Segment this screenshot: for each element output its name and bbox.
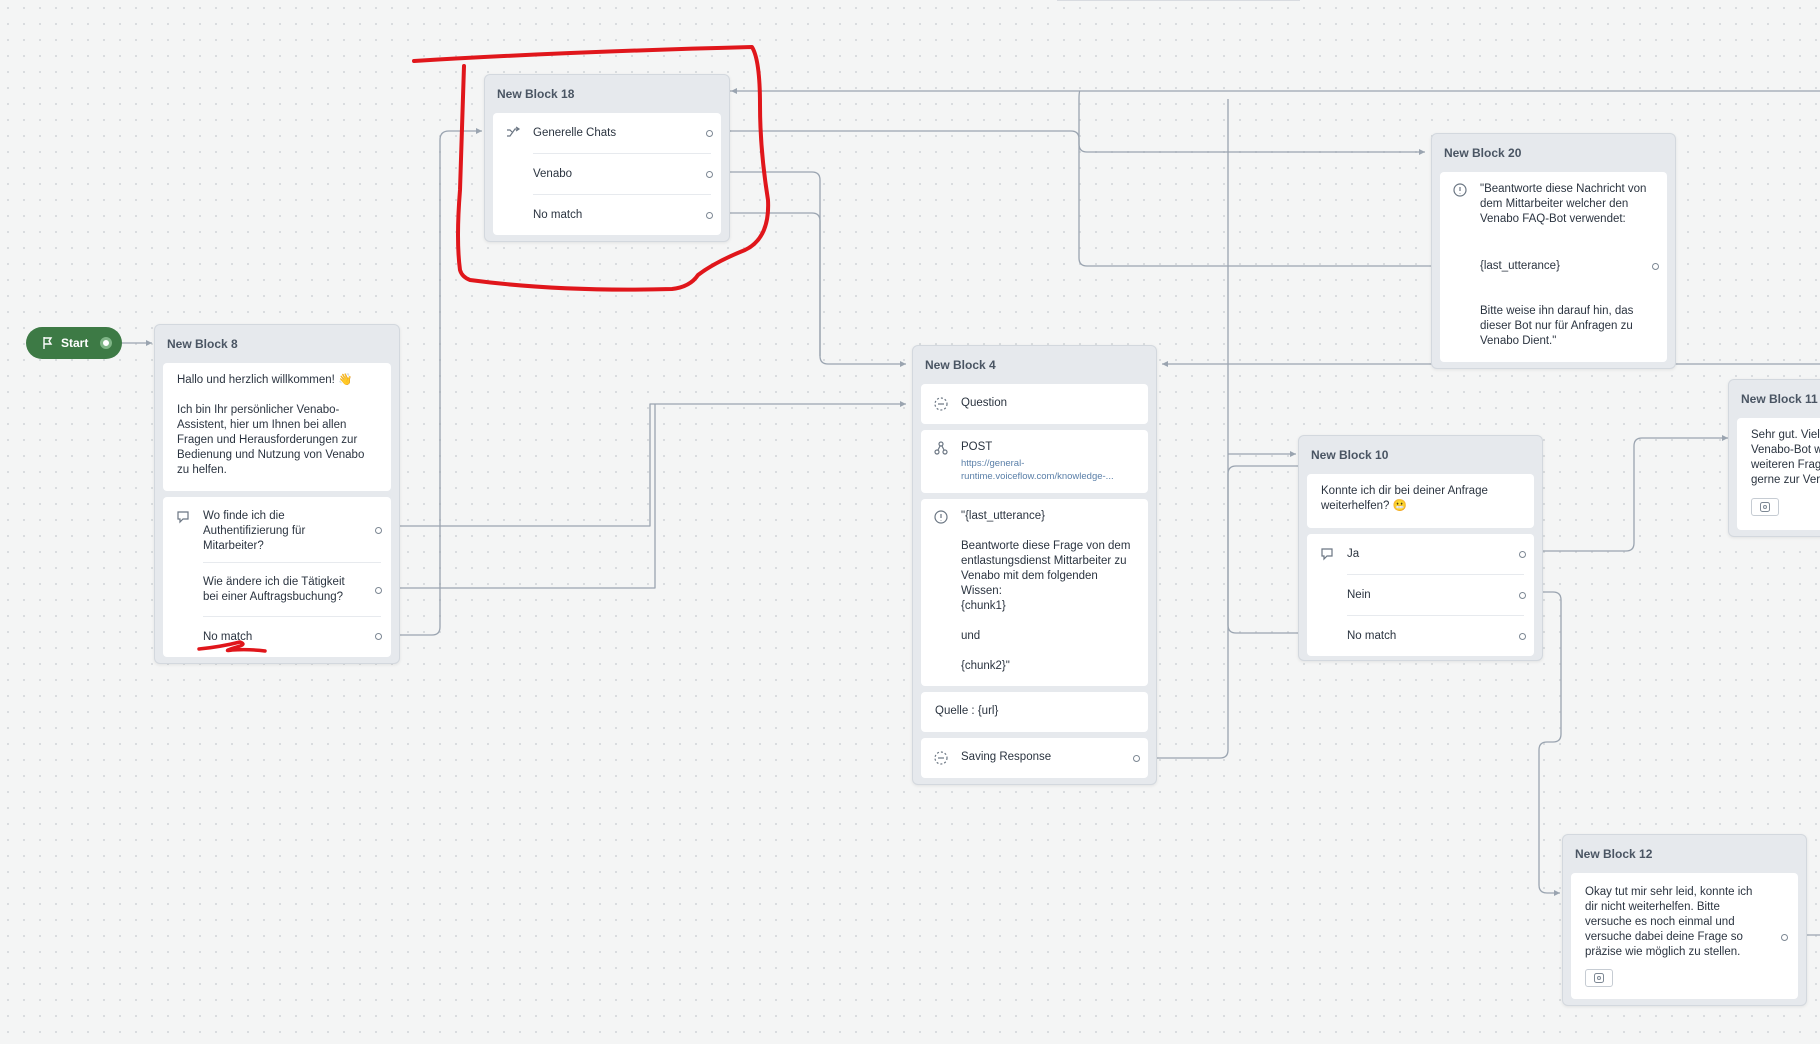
annotation-layer	[197, 45, 771, 653]
red-underline-annotation	[197, 640, 267, 653]
red-circle-annotation	[412, 45, 771, 292]
flow-canvas[interactable]: Start New Block 18 Generelle Chats Venab…	[0, 0, 1820, 1044]
